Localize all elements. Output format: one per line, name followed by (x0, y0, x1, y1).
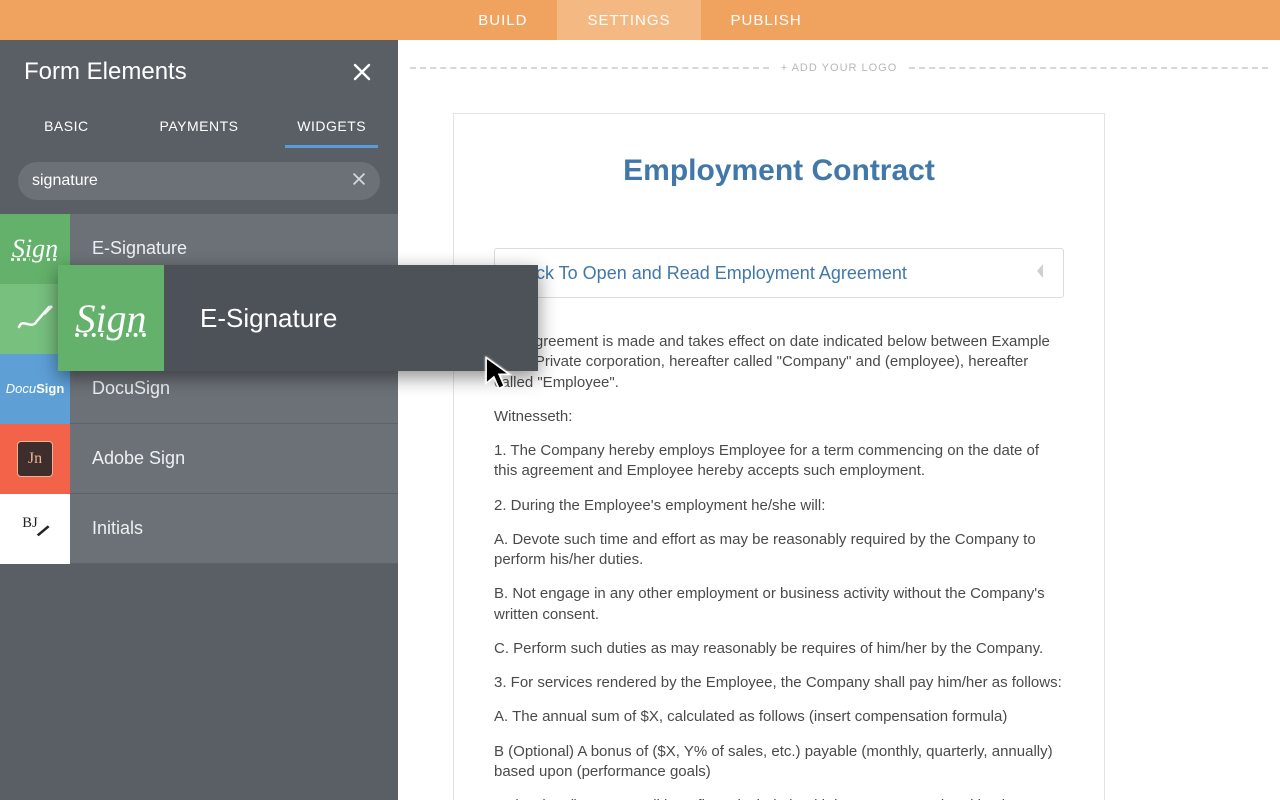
paragraph: A. Devote such time and effort as may be… (494, 530, 1064, 571)
tab-payments[interactable]: PAYMENTS (133, 104, 266, 148)
paragraph: 3. For services rendered by the Employee… (494, 673, 1064, 693)
nav-build[interactable]: BUILD (448, 0, 557, 40)
form-canvas: + ADD YOUR LOGO Employment Contract Clic… (398, 40, 1280, 800)
signature-icon: Sign (58, 265, 164, 371)
paragraph: 2. During the Employee's employment he/s… (494, 496, 1064, 516)
widget-label: E-Signature (70, 238, 187, 259)
dragging-widget[interactable]: Sign E-Signature (58, 265, 538, 371)
form-card: Employment Contract Click To Open and Re… (453, 113, 1105, 800)
search-input[interactable] (32, 172, 352, 190)
cursor-icon (482, 355, 516, 396)
adobe-sign-icon: Jn (0, 424, 70, 494)
widget-label: DocuSign (70, 378, 170, 399)
top-nav: BUILD SETTINGS PUBLISH (0, 0, 1280, 40)
initials-icon: BJ (0, 494, 70, 564)
paragraph: Witnesseth: (494, 407, 1064, 427)
tab-widgets[interactable]: WIDGETS (265, 104, 398, 148)
paragraph: This agreement is made and takes effect … (494, 332, 1064, 393)
widget-label: Initials (70, 518, 143, 539)
dragging-widget-label: E-Signature (164, 303, 337, 334)
widget-initials[interactable]: BJ Initials (0, 494, 398, 564)
paragraph: B. Not engage in any other employment or… (494, 584, 1064, 625)
accordion-label: Click To Open and Read Employment Agreem… (515, 263, 1033, 284)
nav-settings[interactable]: SETTINGS (557, 0, 700, 40)
paragraph: B (Optional) A bonus of ($X, Y% of sales… (494, 742, 1064, 783)
paragraph: C. (Optional) Non-payroll benefits to in… (494, 796, 1064, 800)
contract-body: This agreement is made and takes effect … (494, 332, 1064, 800)
sidebar-tabs: BASIC PAYMENTS WIDGETS (0, 104, 398, 148)
tab-basic[interactable]: BASIC (0, 104, 133, 148)
close-icon[interactable] (350, 60, 374, 84)
add-logo-label: + ADD YOUR LOGO (781, 62, 898, 74)
panel-title: Form Elements (24, 58, 187, 86)
paragraph: C. Perform such duties as may reasonably… (494, 639, 1064, 659)
form-title: Employment Contract (494, 154, 1064, 188)
paragraph: 1. The Company hereby employs Employee f… (494, 441, 1064, 482)
search-input-wrap (18, 162, 380, 200)
clear-search-icon[interactable] (352, 172, 366, 191)
widget-adobe-sign[interactable]: Jn Adobe Sign (0, 424, 398, 494)
svg-text:BJ: BJ (22, 515, 38, 531)
chevron-left-icon (1033, 262, 1047, 285)
nav-publish[interactable]: PUBLISH (701, 0, 832, 40)
agreement-accordion[interactable]: Click To Open and Read Employment Agreem… (494, 248, 1064, 298)
form-elements-panel: Form Elements BASIC PAYMENTS WIDGETS Sig… (0, 40, 398, 800)
widget-label: Adobe Sign (70, 448, 185, 469)
add-logo-bar[interactable]: + ADD YOUR LOGO (398, 40, 1280, 95)
paragraph: A. The annual sum of $X, calculated as f… (494, 707, 1064, 727)
